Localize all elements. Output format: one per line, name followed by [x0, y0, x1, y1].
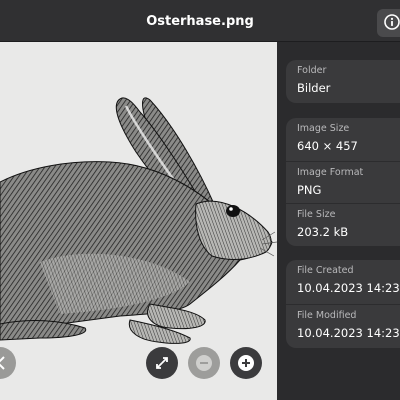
previous-button[interactable] — [0, 347, 16, 379]
image-format-label: Image Format — [297, 167, 364, 178]
file-created-value: 10.04.2023 14:23:13 — [297, 281, 400, 295]
image-format-row: Image Format PNG — [286, 161, 400, 204]
file-modified-label: File Modified — [297, 310, 357, 321]
file-size-label: File Size — [297, 209, 336, 220]
info-icon — [384, 14, 400, 30]
folder-row[interactable]: Folder Bilder — [286, 60, 400, 102]
headerbar: Osterhase.png — [0, 0, 400, 42]
location-card: Folder Bilder — [286, 60, 400, 103]
image-size-row: Image Size 640 × 457 — [286, 118, 400, 160]
zoom-out-button[interactable] — [188, 347, 220, 379]
file-created-row: File Created 10.04.2023 14:23:13 — [286, 260, 400, 302]
image-canvas[interactable] — [0, 42, 277, 400]
dates-card: File Created 10.04.2023 14:23:13 File Mo… — [286, 260, 400, 348]
file-modified-value: 10.04.2023 14:23:13 — [297, 326, 400, 340]
image-format-value: PNG — [297, 183, 322, 197]
image-info-card: Image Size 640 × 457 Image Format PNG Fi… — [286, 118, 400, 246]
file-size-value: 203.2 kB — [297, 225, 349, 239]
zoom-in-icon — [238, 355, 254, 371]
zoom-out-icon — [196, 355, 212, 371]
fullscreen-button[interactable] — [146, 347, 178, 379]
file-modified-row: File Modified 10.04.2023 14:23:13 — [286, 304, 400, 347]
image-size-value: 640 × 457 — [297, 139, 358, 153]
folder-label: Folder — [297, 65, 327, 76]
folder-value: Bilder — [297, 81, 331, 95]
image-size-label: Image Size — [297, 123, 350, 134]
file-created-label: File Created — [297, 265, 354, 276]
file-size-row: File Size 203.2 kB — [286, 203, 400, 246]
fullscreen-icon — [156, 357, 168, 369]
image-viewer-window: Osterhase.png Folder Bilder Image Size 6… — [0, 0, 400, 400]
zoom-in-button[interactable] — [230, 347, 262, 379]
previous-icon — [0, 356, 5, 370]
window-title: Osterhase.png — [146, 14, 254, 29]
properties-button[interactable] — [377, 9, 400, 37]
